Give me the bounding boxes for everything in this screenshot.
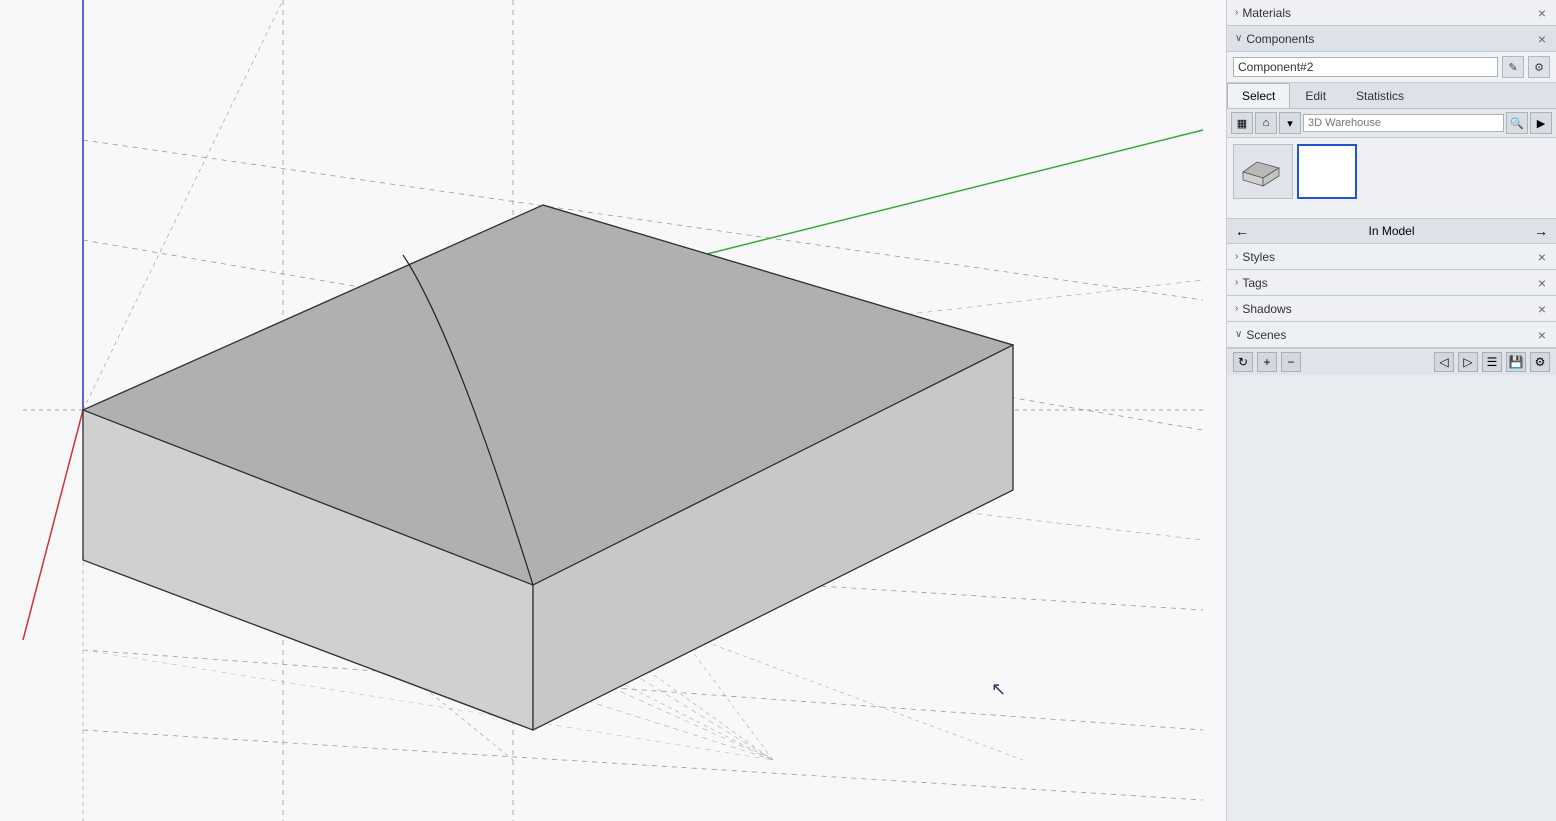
components-title: Components xyxy=(1246,32,1314,46)
tags-chevron[interactable]: › xyxy=(1235,277,1238,288)
in-model-forward-arrow[interactable]: → xyxy=(1534,223,1548,239)
tags-title: Tags xyxy=(1242,276,1267,290)
search-options-button[interactable]: ▶ xyxy=(1530,112,1552,134)
tags-panel-header: › Tags × xyxy=(1227,270,1556,296)
styles-panel-header: › Styles × xyxy=(1227,244,1556,270)
home-button[interactable]: ⌂ xyxy=(1255,112,1277,134)
materials-close-button[interactable]: × xyxy=(1536,6,1548,20)
styles-title: Styles xyxy=(1242,250,1275,264)
component-edit-icon[interactable]: ✎ xyxy=(1502,56,1524,78)
thumbnails-area xyxy=(1227,138,1556,218)
component-name-input[interactable] xyxy=(1233,57,1498,77)
tags-close-button[interactable]: × xyxy=(1536,276,1548,290)
bottom-panels: › Styles × › Tags × › Shadows × ∨ Sc xyxy=(1227,244,1556,821)
component-thumbnail-2[interactable] xyxy=(1297,144,1357,199)
in-model-back-arrow[interactable]: ← xyxy=(1235,223,1249,239)
shadows-chevron[interactable]: › xyxy=(1235,303,1238,314)
in-model-row: ← In Model → xyxy=(1227,218,1556,244)
materials-title: Materials xyxy=(1242,6,1291,20)
component-thumbnail-1[interactable] xyxy=(1233,144,1293,199)
scenes-toolbar: ↻ + − ◁ ▷ ☰ 💾 ⚙ xyxy=(1227,348,1556,375)
scenes-save-button[interactable]: 💾 xyxy=(1506,352,1526,372)
components-toolbar: ▦ ⌂ ▾ 🔍 ▶ xyxy=(1227,109,1556,138)
nav-dropdown-button[interactable]: ▾ xyxy=(1279,112,1301,134)
component-name-row: ✎ ⚙ xyxy=(1227,52,1556,83)
scenes-title: Scenes xyxy=(1246,328,1286,342)
tab-select[interactable]: Select xyxy=(1227,83,1290,108)
materials-panel-header: › Materials × xyxy=(1227,0,1556,26)
scenes-nav-right-button[interactable]: ▷ xyxy=(1458,352,1478,372)
styles-close-button[interactable]: × xyxy=(1536,250,1548,264)
scenes-remove-button[interactable]: − xyxy=(1281,352,1301,372)
shadows-title: Shadows xyxy=(1242,302,1291,316)
components-panel-header: ∨ Components × xyxy=(1227,26,1556,52)
search-button[interactable]: 🔍 xyxy=(1506,112,1528,134)
scenes-close-button[interactable]: × xyxy=(1536,328,1548,342)
materials-chevron[interactable]: › xyxy=(1235,7,1238,18)
shadows-panel-header: › Shadows × xyxy=(1227,296,1556,322)
styles-chevron[interactable]: › xyxy=(1235,251,1238,262)
components-tabs: Select Edit Statistics xyxy=(1227,83,1556,109)
scenes-refresh-button[interactable]: ↻ xyxy=(1233,352,1253,372)
scenes-nav-left-button[interactable]: ◁ xyxy=(1434,352,1454,372)
shadows-close-button[interactable]: × xyxy=(1536,302,1548,316)
tab-statistics[interactable]: Statistics xyxy=(1341,83,1419,108)
right-panel: › Materials × ∨ Components × ✎ ⚙ Select … xyxy=(1226,0,1556,821)
grid-view-button[interactable]: ▦ xyxy=(1231,112,1253,134)
scenes-add-button[interactable]: + xyxy=(1257,352,1277,372)
search-input[interactable] xyxy=(1303,114,1504,132)
svg-text:↖: ↖ xyxy=(991,679,1006,699)
scenes-settings-button[interactable]: ⚙ xyxy=(1530,352,1550,372)
components-chevron[interactable]: ∨ xyxy=(1235,33,1242,44)
scenes-chevron[interactable]: ∨ xyxy=(1235,329,1242,340)
3d-viewport[interactable]: ↖ xyxy=(0,0,1226,821)
component-options-icon[interactable]: ⚙ xyxy=(1528,56,1550,78)
tab-edit[interactable]: Edit xyxy=(1290,83,1341,108)
scenes-panel-header: ∨ Scenes × xyxy=(1227,322,1556,348)
scenes-list-button[interactable]: ☰ xyxy=(1482,352,1502,372)
in-model-label: In Model xyxy=(1368,224,1414,238)
components-close-button[interactable]: × xyxy=(1536,32,1548,46)
